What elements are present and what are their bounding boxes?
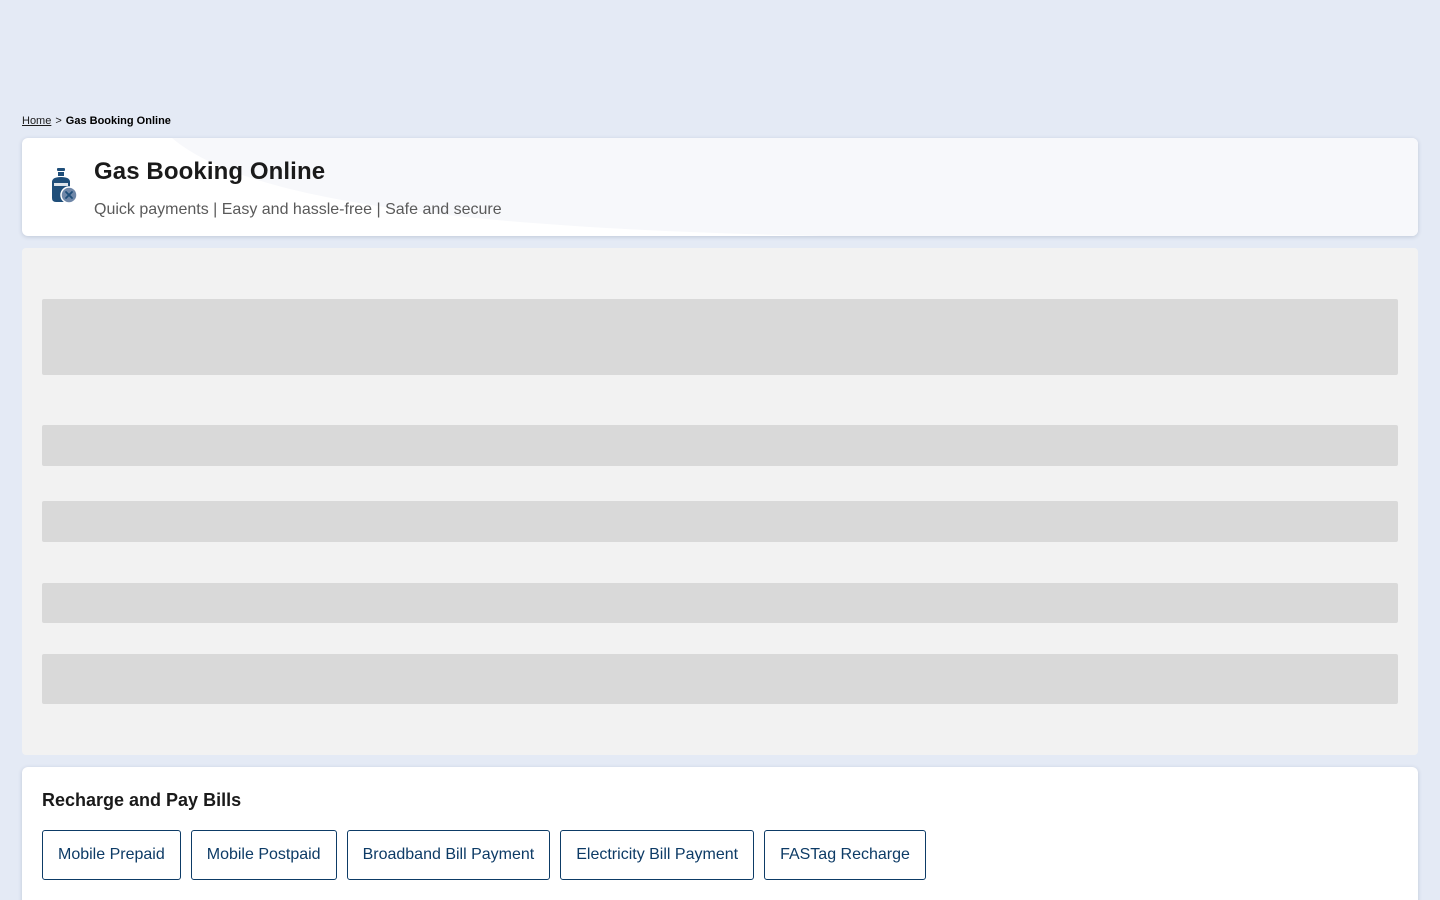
skeleton-placeholder-bar xyxy=(42,501,1398,542)
recharge-links-row: Mobile Prepaid Mobile Postpaid Broadband… xyxy=(42,830,926,880)
page-title: Gas Booking Online xyxy=(94,158,326,185)
breadcrumb-home-link[interactable]: Home xyxy=(22,114,51,128)
broadband-bill-payment-link[interactable]: Broadband Bill Payment xyxy=(346,830,551,880)
page-header-card: Gas Booking Online Quick payments | Easy… xyxy=(22,138,1418,236)
electricity-bill-payment-link[interactable]: Electricity Bill Payment xyxy=(560,830,755,880)
gas-cylinder-icon xyxy=(52,168,78,204)
page: Home > Gas Booking Online Gas Booking On… xyxy=(0,0,1440,900)
fastag-recharge-link[interactable]: FASTag Recharge xyxy=(764,830,926,880)
loading-skeleton-card xyxy=(22,248,1418,755)
skeleton-placeholder-bar xyxy=(42,654,1398,704)
header-background-swoosh xyxy=(172,138,1418,236)
recharge-section-title: Recharge and Pay Bills xyxy=(42,790,242,810)
skeleton-placeholder-bar xyxy=(42,425,1398,466)
skeleton-placeholder-bar xyxy=(42,299,1398,375)
breadcrumb-separator: > xyxy=(55,115,62,127)
mobile-prepaid-link[interactable]: Mobile Prepaid xyxy=(42,830,181,880)
breadcrumb-current: Gas Booking Online xyxy=(65,115,171,127)
breadcrumb: Home > Gas Booking Online xyxy=(22,114,171,128)
page-subtitle: Quick payments | Easy and hassle-free | … xyxy=(94,201,502,218)
mobile-postpaid-link[interactable]: Mobile Postpaid xyxy=(190,830,337,880)
recharge-and-pay-bills-card: Recharge and Pay Bills Mobile Prepaid Mo… xyxy=(22,767,1418,900)
skeleton-placeholder-bar xyxy=(42,583,1398,623)
